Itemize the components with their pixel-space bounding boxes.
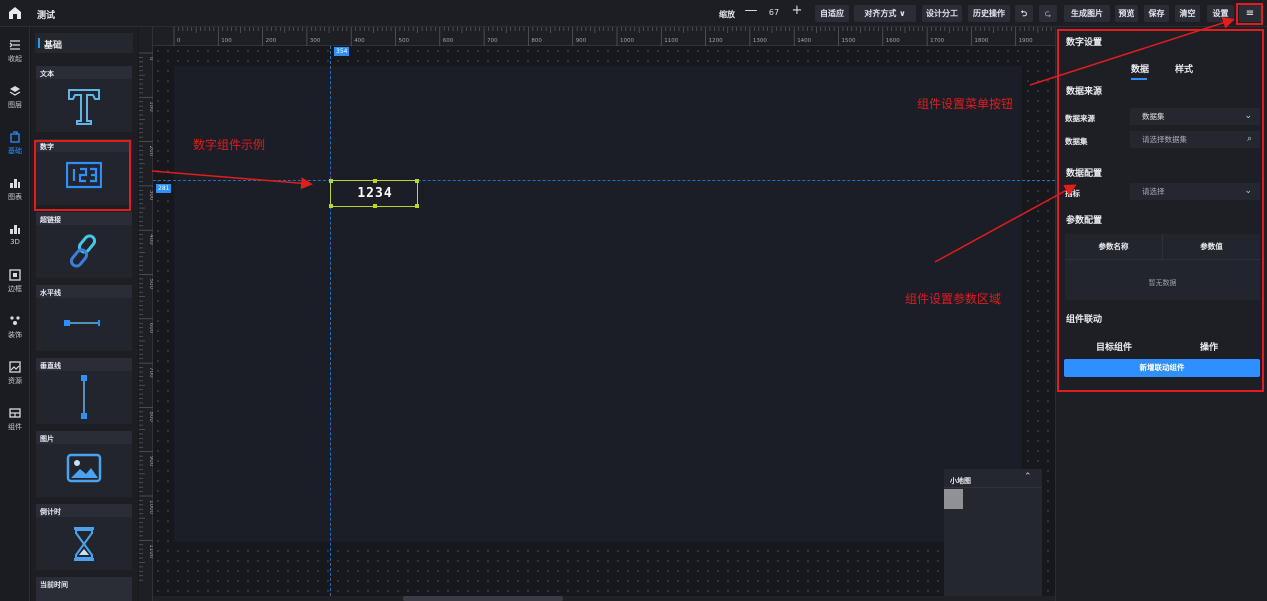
annotation-arrows — [151, 17, 1235, 263]
annotation-arrow — [934, 184, 1077, 263]
annotation-arrow — [1029, 17, 1235, 86]
annotation-arrow — [151, 170, 313, 190]
